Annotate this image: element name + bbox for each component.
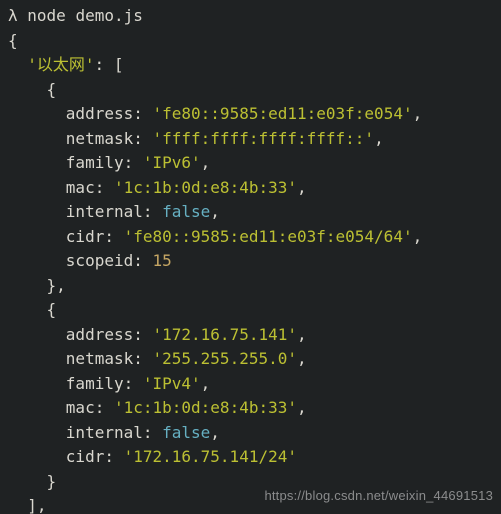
field-val: '172.16.75.141' <box>153 325 298 344</box>
field-key: family <box>66 153 124 172</box>
field-key: cidr <box>66 227 105 246</box>
watermark-text: https://blog.csdn.net/weixin_44691513 <box>264 484 493 509</box>
entry-close-0: }, <box>47 276 66 295</box>
field-val: 'IPv4' <box>143 374 201 393</box>
field-val: 'fe80::9585:ed11:e03f:e054' <box>153 104 413 123</box>
entry-open-0: { <box>47 80 57 99</box>
array-close: ], <box>27 496 46 514</box>
field-key: family <box>66 374 124 393</box>
field-val: '172.16.75.141/24' <box>124 447 297 466</box>
field-val: false <box>162 202 210 221</box>
field-val: 'fe80::9585:ed11:e03f:e054/64' <box>124 227 413 246</box>
entry-close-1: } <box>47 472 57 491</box>
field-key: internal <box>66 202 143 221</box>
field-val: '1c:1b:0d:e8:4b:33' <box>114 398 297 417</box>
field-key: netmask <box>66 349 133 368</box>
prompt-symbol: λ <box>8 6 18 25</box>
field-val: 'ffff:ffff:ffff:ffff::' <box>153 129 375 148</box>
field-val: '1c:1b:0d:e8:4b:33' <box>114 178 297 197</box>
field-key: mac <box>66 178 95 197</box>
terminal-output: λ node demo.js { '以太网': [ { address: 'fe… <box>0 0 501 514</box>
field-key: netmask <box>66 129 133 148</box>
field-key: internal <box>66 423 143 442</box>
field-key: address <box>66 104 133 123</box>
field-val: false <box>162 423 210 442</box>
field-key: scopeid <box>66 251 133 270</box>
field-val: 'IPv6' <box>143 153 201 172</box>
field-key: cidr <box>66 447 105 466</box>
brace-open: { <box>8 31 18 50</box>
command-text: node demo.js <box>27 6 143 25</box>
entry-open-1: { <box>47 300 57 319</box>
field-key: address <box>66 325 133 344</box>
colon-bracket: : [ <box>95 55 124 74</box>
field-val: 15 <box>153 251 172 270</box>
interface-key: '以太网' <box>27 55 94 74</box>
field-val: '255.255.255.0' <box>153 349 298 368</box>
field-key: mac <box>66 398 95 417</box>
